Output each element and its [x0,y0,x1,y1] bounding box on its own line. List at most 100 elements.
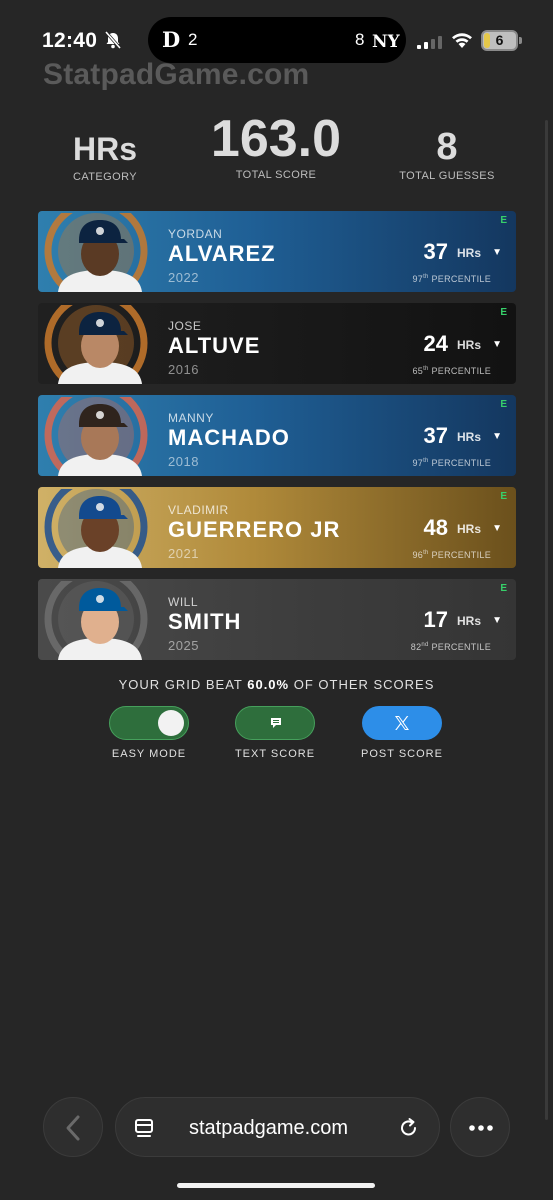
easy-mode-badge: E [500,491,507,502]
stat-unit: HRs [456,522,481,536]
player-card[interactable]: YORDAN ALVAREZ 2022 37 HRs ▼ 97th PERCENTILE E [38,211,516,292]
chevron-down-icon[interactable]: ▼ [492,523,502,534]
player-season-year: 2018 [168,454,199,469]
text-score-button[interactable] [235,706,315,740]
easy-mode-action: EASY MODE [104,706,194,760]
cellular-signal-icon [417,36,442,49]
reload-icon[interactable] [398,1117,420,1139]
stat-unit: HRs [456,338,481,352]
site-logo[interactable]: StatpadGame.com [43,58,309,92]
home-score: 8 [355,30,365,49]
chevron-down-icon[interactable]: ▼ [492,339,502,350]
percentile-number: 96 [412,550,424,560]
stat-unit: HRs [456,430,481,444]
total-score-stat: 163.0 TOTAL SCORE [176,113,376,181]
percentile-text: 82nd PERCENTILE [411,642,491,652]
live-activity-island[interactable]: D 2 8 NY [148,17,406,63]
back-button[interactable] [43,1097,103,1157]
wifi-icon [452,33,472,48]
player-headshot [58,220,142,292]
result-prefix: YOUR GRID BEAT [118,677,248,692]
player-season-year: 2022 [168,270,199,285]
address-bar[interactable]: statpadgame.com [115,1097,440,1157]
percentile-word: PERCENTILE [431,458,491,468]
player-season-year: 2016 [168,362,199,377]
stat-unit: HRs [456,614,481,628]
home-indicator[interactable] [177,1183,375,1188]
easy-mode-badge: E [500,307,507,318]
player-card[interactable]: VLADIMIR GUERRERO JR 2021 48 HRs ▼ 96th PERCEN… [38,487,516,568]
player-last-name: GUERRERO JR [168,517,341,542]
player-last-name: MACHADO [168,425,290,450]
toggle-knob [158,710,184,736]
percentile-suffix: nd [421,642,429,648]
battery-nub [519,37,522,44]
more-button[interactable] [450,1097,510,1157]
player-headshot [58,312,142,384]
percentile-word: PERCENTILE [431,366,491,376]
bell-off-icon [104,31,122,49]
percentile-number: 97 [412,274,424,284]
message-icon [271,718,281,728]
percentile-suffix: th [423,274,429,280]
home-run-total: 48 [423,515,448,540]
easy-mode-badge: E [500,215,507,226]
clock: 12:40 [42,29,98,52]
player-last-name: SMITH [168,609,242,634]
player-headshot [58,404,142,476]
percentile-text: 97th PERCENTILE [412,274,491,284]
post-score-button[interactable] [362,706,442,740]
percentile-suffix: th [423,366,429,372]
total-score-label: TOTAL SCORE [235,169,317,181]
percentile-number: 82 [410,642,422,652]
category-stat: HRs CATEGORY [55,133,155,183]
home-run-total: 37 [423,423,448,448]
post-score-action: POST SCORE [357,706,447,760]
player-first-name: JOSE [168,319,202,333]
player-last-name: ALTUVE [168,333,261,358]
chevron-down-icon[interactable]: ▼ [492,615,502,626]
percentile-word: PERCENTILE [431,642,491,652]
percentile-number: 97 [412,458,424,468]
player-card[interactable]: WILL SMITH 2025 17 HRs ▼ 82nd PERCENTILE E [38,579,516,660]
percentile-text: 97th PERCENTILE [412,458,491,468]
home-run-total: 37 [423,239,448,264]
player-headshot [58,588,142,660]
player-card-list: YORDAN ALVAREZ 2022 37 HRs ▼ 97th PERCENTILE E J… [38,211,516,671]
percentile-word: PERCENTILE [431,550,491,560]
url-text: statpadgame.com [189,1117,348,1139]
percentile-word: PERCENTILE [431,274,491,284]
total-guesses-value: 8 [436,126,458,168]
player-season-year: 2021 [168,546,199,561]
easy-mode-badge: E [500,583,507,594]
total-guesses-stat: 8 TOTAL GUESSES [387,128,507,182]
home-run-total: 24 [423,331,448,356]
player-first-name: WILL [168,595,199,609]
category-value: HRs [72,131,137,167]
tigers-logo-icon: D [162,27,181,52]
easy-mode-badge: E [500,399,507,410]
chevron-down-icon[interactable]: ▼ [492,431,502,442]
chevron-down-icon[interactable]: ▼ [492,247,502,258]
total-guesses-label: TOTAL GUESSES [399,170,495,182]
percentile-suffix: th [423,458,429,464]
scrollbar[interactable] [545,120,548,1120]
more-icon [469,1125,493,1131]
percentile-text: 96th PERCENTILE [412,550,491,560]
home-run-total: 17 [423,607,448,632]
percentile-text: 65th PERCENTILE [412,366,491,376]
player-first-name: MANNY [168,411,214,425]
battery-icon: 6 [481,30,518,51]
player-first-name: YORDAN [168,227,223,241]
result-suffix: OF OTHER SCORES [289,677,435,692]
easy-mode-toggle[interactable] [109,706,189,740]
percentile-number: 65 [412,366,424,376]
percentile-suffix: th [423,550,429,556]
player-card[interactable]: MANNY MACHADO 2018 37 HRs ▼ 97th PERCENTILE E [38,395,516,476]
result-percent: 60.0% [247,677,290,692]
player-season-year: 2025 [168,638,199,653]
tabs-icon [135,1119,153,1137]
chevron-left-icon [66,1115,80,1141]
player-card[interactable]: JOSE ALTUVE 2016 24 HRs ▼ 65th PERCENTILE E [38,303,516,384]
player-last-name: ALVAREZ [168,241,276,266]
